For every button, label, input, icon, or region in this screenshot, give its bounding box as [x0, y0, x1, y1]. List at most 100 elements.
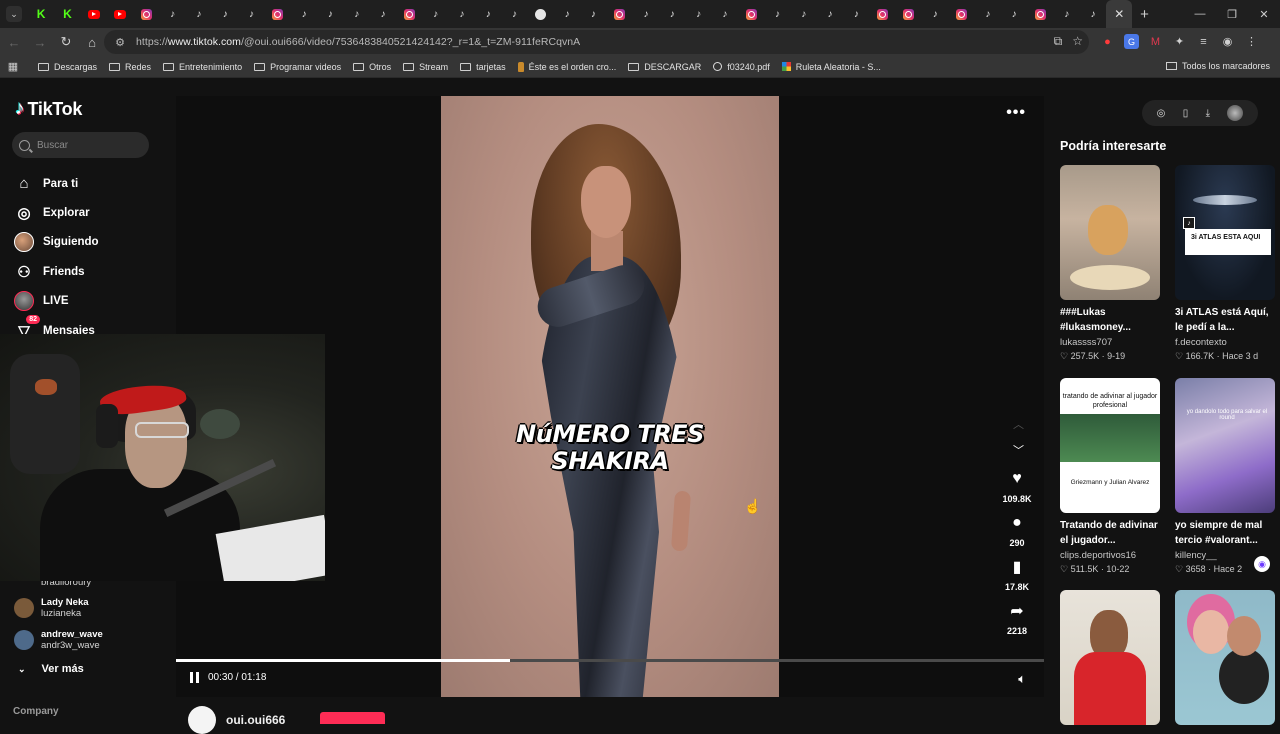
browser-tab[interactable]	[948, 0, 974, 28]
reload-button[interactable]: ↻	[54, 30, 78, 54]
browser-tab[interactable]: K	[54, 0, 80, 28]
recommended-video[interactable]	[1060, 590, 1160, 725]
browser-tab[interactable]: ♪	[238, 0, 264, 28]
recommended-video[interactable]: ###Lukas #lukasmoney... lukassss707 ♡ 25…	[1060, 165, 1160, 362]
browser-tab[interactable]	[870, 0, 896, 28]
bookmark-item[interactable]: Redes	[109, 62, 151, 72]
save-button[interactable]: ▮ 17.8K	[1005, 556, 1029, 600]
browser-tab[interactable]: ♪	[422, 0, 448, 28]
browser-tab[interactable]	[107, 0, 133, 28]
search-input[interactable]: Buscar	[12, 132, 149, 158]
bookmark-item[interactable]: Programar videos	[254, 62, 341, 72]
new-tab-button[interactable]: +	[1132, 6, 1156, 23]
tab-search-button[interactable]: ⌄	[6, 6, 22, 22]
all-bookmarks-folder[interactable]: Todos los marcadores	[1165, 61, 1270, 71]
close-tab-icon[interactable]: ✕	[1114, 7, 1124, 21]
video-thumbnail[interactable]	[1060, 165, 1160, 300]
recommended-video[interactable]: ♪ 3i ATLAS ESTA AQUI 3i ATLAS está Aquí,…	[1175, 165, 1275, 362]
browser-tab[interactable]	[133, 0, 159, 28]
following-account[interactable]: andrew_wave andr3w_wave	[14, 624, 103, 656]
address-bar[interactable]: ⚙ https://www.tiktok.com/@oui.oui666/vid…	[104, 30, 1089, 54]
browser-tab[interactable]: ♪	[791, 0, 817, 28]
browser-tab[interactable]: ♪	[633, 0, 659, 28]
video-thumbnail[interactable]	[1175, 590, 1275, 725]
video-thumbnail[interactable]: yo dandolo todo para salvar el round	[1175, 378, 1275, 513]
volume-icon[interactable]: 🔈︎	[1018, 671, 1026, 687]
browser-tab[interactable]: ♪	[1080, 0, 1106, 28]
install-app-icon[interactable]: ⧉	[1054, 34, 1063, 49]
download-icon[interactable]: ⤓	[1206, 108, 1210, 119]
see-more-button[interactable]: ⌄ Ver más	[18, 663, 84, 675]
browser-tab[interactable]: ♪	[554, 0, 580, 28]
browser-tab[interactable]	[396, 0, 422, 28]
media-control-icon[interactable]: ≡	[1196, 34, 1211, 49]
restore-icon[interactable]: ❐	[1216, 0, 1248, 28]
bookmark-star-icon[interactable]: ☆	[1072, 34, 1083, 49]
comment-button[interactable]: ● 290	[1009, 512, 1024, 556]
back-button[interactable]: ←	[2, 30, 26, 54]
browser-tab[interactable]: ♪	[1001, 0, 1027, 28]
browser-tab[interactable]: ♪	[475, 0, 501, 28]
author-row[interactable]: oui.oui666	[188, 706, 285, 734]
bookmark-item[interactable]: Otros	[353, 62, 391, 72]
extension-translate-icon[interactable]: G	[1124, 34, 1139, 49]
sidebar-item-para-ti[interactable]: ⌂ Para ti	[14, 169, 99, 198]
browser-tab[interactable]: ✕	[1106, 0, 1133, 28]
avatar[interactable]	[1227, 105, 1244, 121]
browser-tab[interactable]: ♪	[212, 0, 238, 28]
extensions-puzzle-icon[interactable]: ✦	[1172, 34, 1187, 49]
progress-bar[interactable]	[176, 659, 1044, 662]
browser-tab[interactable]: ♪	[580, 0, 606, 28]
browser-tab[interactable]: ♪	[501, 0, 527, 28]
site-info-icon[interactable]: ⚙	[110, 36, 130, 49]
forward-button[interactable]: →	[28, 30, 52, 54]
recommended-video[interactable]: tratando de adivinar al jugador profesio…	[1060, 378, 1160, 575]
company-link[interactable]: Company	[13, 706, 59, 717]
device-icon[interactable]: ▯	[1183, 108, 1189, 119]
tiktok-logo[interactable]: ♪ TikTok	[15, 98, 82, 120]
browser-tab[interactable]	[738, 0, 764, 28]
video-frame[interactable]: NúMERO TRES SHAKIRA	[441, 96, 779, 697]
previous-video-icon[interactable]: ︿	[1013, 416, 1024, 432]
browser-tab[interactable]: ♪	[817, 0, 843, 28]
browser-tab[interactable]	[81, 0, 107, 28]
browser-tab[interactable]: ♪	[344, 0, 370, 28]
bookmark-item[interactable]: DESCARGAR	[628, 62, 701, 72]
home-button[interactable]: ⌂	[80, 30, 104, 54]
browser-tab[interactable]: ♪	[922, 0, 948, 28]
browser-tab[interactable]	[528, 0, 554, 28]
bookmark-item[interactable]: tarjetas	[460, 62, 506, 72]
profile-icon[interactable]: ◉	[1220, 34, 1235, 49]
more-options-icon[interactable]: •••	[1006, 104, 1026, 122]
browser-tab[interactable]: ♪	[449, 0, 475, 28]
sidebar-item-explorar[interactable]: ◎ Explorar	[14, 198, 99, 227]
browser-tab[interactable]: ♪	[975, 0, 1001, 28]
browser-tab[interactable]	[896, 0, 922, 28]
like-button[interactable]: ♥ 109.8K	[1002, 468, 1031, 512]
pause-icon[interactable]	[190, 672, 199, 683]
bookmark-item[interactable]: Éste es el orden cro...	[517, 61, 616, 72]
browser-tab[interactable]: ♪	[291, 0, 317, 28]
extension-red-icon[interactable]: ●	[1100, 34, 1115, 49]
follow-button[interactable]	[320, 712, 385, 724]
bookmark-item[interactable]: Descargas	[38, 62, 97, 72]
browser-tab[interactable]: ♪	[712, 0, 738, 28]
bookmark-item[interactable]: f03240.pdf	[713, 62, 770, 72]
browser-tab[interactable]: ♪	[370, 0, 396, 28]
share-button[interactable]: ➦ 2218	[1007, 600, 1027, 644]
minimize-icon[interactable]: —	[1184, 0, 1216, 28]
browser-tab[interactable]: K	[28, 0, 54, 28]
browser-tab[interactable]: ♪	[659, 0, 685, 28]
browser-tab[interactable]: ♪	[159, 0, 185, 28]
browser-tab[interactable]	[265, 0, 291, 28]
bookmark-item[interactable]: Ruleta Aleatoria - S...	[781, 62, 881, 72]
recommended-video[interactable]: yo dandolo todo para salvar el round yo …	[1175, 378, 1275, 575]
browser-tab[interactable]: ♪	[843, 0, 869, 28]
video-thumbnail[interactable]: ♪ 3i ATLAS ESTA AQUI	[1175, 165, 1275, 300]
following-account[interactable]: Lady Neka luzianeka	[14, 592, 103, 624]
close-window-icon[interactable]: ✕	[1248, 0, 1280, 28]
assistant-icon[interactable]: ◉	[1254, 556, 1270, 572]
browser-menu-icon[interactable]: ⋮	[1244, 34, 1259, 49]
browser-tab[interactable]: ♪	[186, 0, 212, 28]
bookmark-item[interactable]: Stream	[403, 62, 448, 72]
